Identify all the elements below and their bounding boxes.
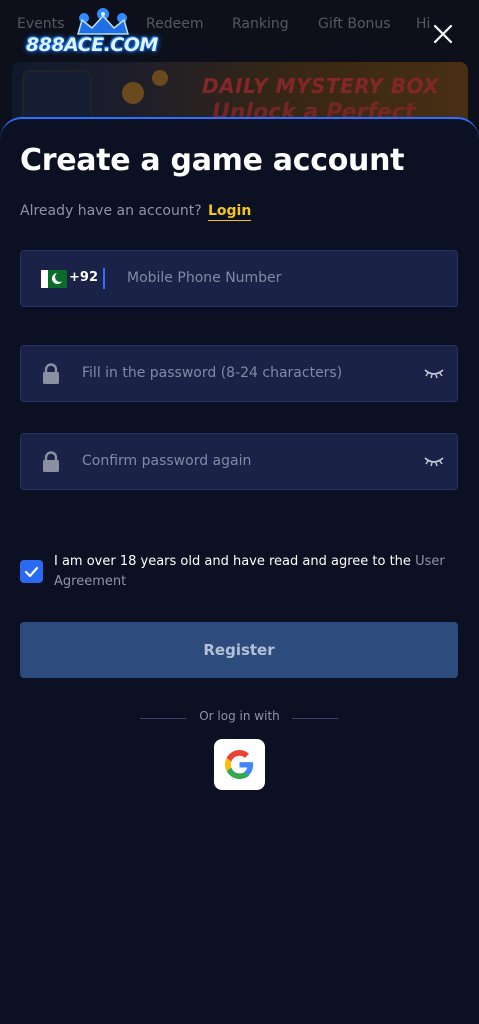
login-prompt: Already have an account? Login	[20, 203, 252, 221]
phone-input[interactable]: Mobile Phone Number	[127, 270, 281, 286]
google-login-button[interactable]	[214, 739, 265, 790]
login-link[interactable]: Login	[208, 203, 252, 221]
agreement-statement: I am over 18 years old and have read and…	[54, 554, 416, 569]
banner-headline: DAILY MYSTERY BOX	[202, 74, 440, 98]
confirm-password-field[interactable]: Confirm password again	[20, 433, 458, 490]
bg-nav-item-hi: Hi	[416, 16, 431, 32]
lock-icon	[43, 363, 59, 384]
country-code[interactable]: +92	[69, 270, 98, 285]
already-have-account-text: Already have an account?	[20, 203, 202, 219]
coin-graphic	[122, 82, 144, 104]
bg-nav-item-ranking: Ranking	[232, 16, 289, 32]
check-icon	[24, 566, 39, 578]
password-field[interactable]: Fill in the password (8-24 characters)	[20, 345, 458, 402]
coin-graphic	[152, 70, 168, 86]
pakistan-flag-icon[interactable]	[41, 270, 67, 288]
bg-nav-item-gift-bonus: Gift Bonus	[318, 16, 391, 32]
agreement-checkbox[interactable]	[20, 560, 43, 583]
divider-line	[292, 718, 338, 719]
modal-title: Create a game account	[20, 143, 405, 178]
eye-closed-icon[interactable]	[423, 366, 445, 380]
phone-field[interactable]: +92 Mobile Phone Number	[20, 250, 458, 307]
eye-closed-icon[interactable]	[423, 454, 445, 468]
google-icon	[225, 750, 254, 779]
site-logo[interactable]: 888ACE.COM	[26, 8, 172, 60]
lock-icon	[43, 451, 59, 472]
agreement-text: I am over 18 years old and have read and…	[54, 552, 458, 592]
or-login-text: Or log in with	[199, 709, 280, 723]
confirm-password-input[interactable]: Confirm password again	[82, 453, 251, 469]
field-divider	[103, 268, 105, 289]
register-button[interactable]: Register	[20, 622, 458, 678]
close-icon[interactable]	[432, 23, 454, 45]
logo-text: 888ACE.COM	[26, 34, 158, 56]
or-login-divider: Or log in with	[0, 709, 479, 727]
register-modal: Create a game account Already have an ac…	[0, 117, 479, 1024]
password-input[interactable]: Fill in the password (8-24 characters)	[82, 365, 342, 381]
crown-logo-icon	[77, 8, 129, 35]
